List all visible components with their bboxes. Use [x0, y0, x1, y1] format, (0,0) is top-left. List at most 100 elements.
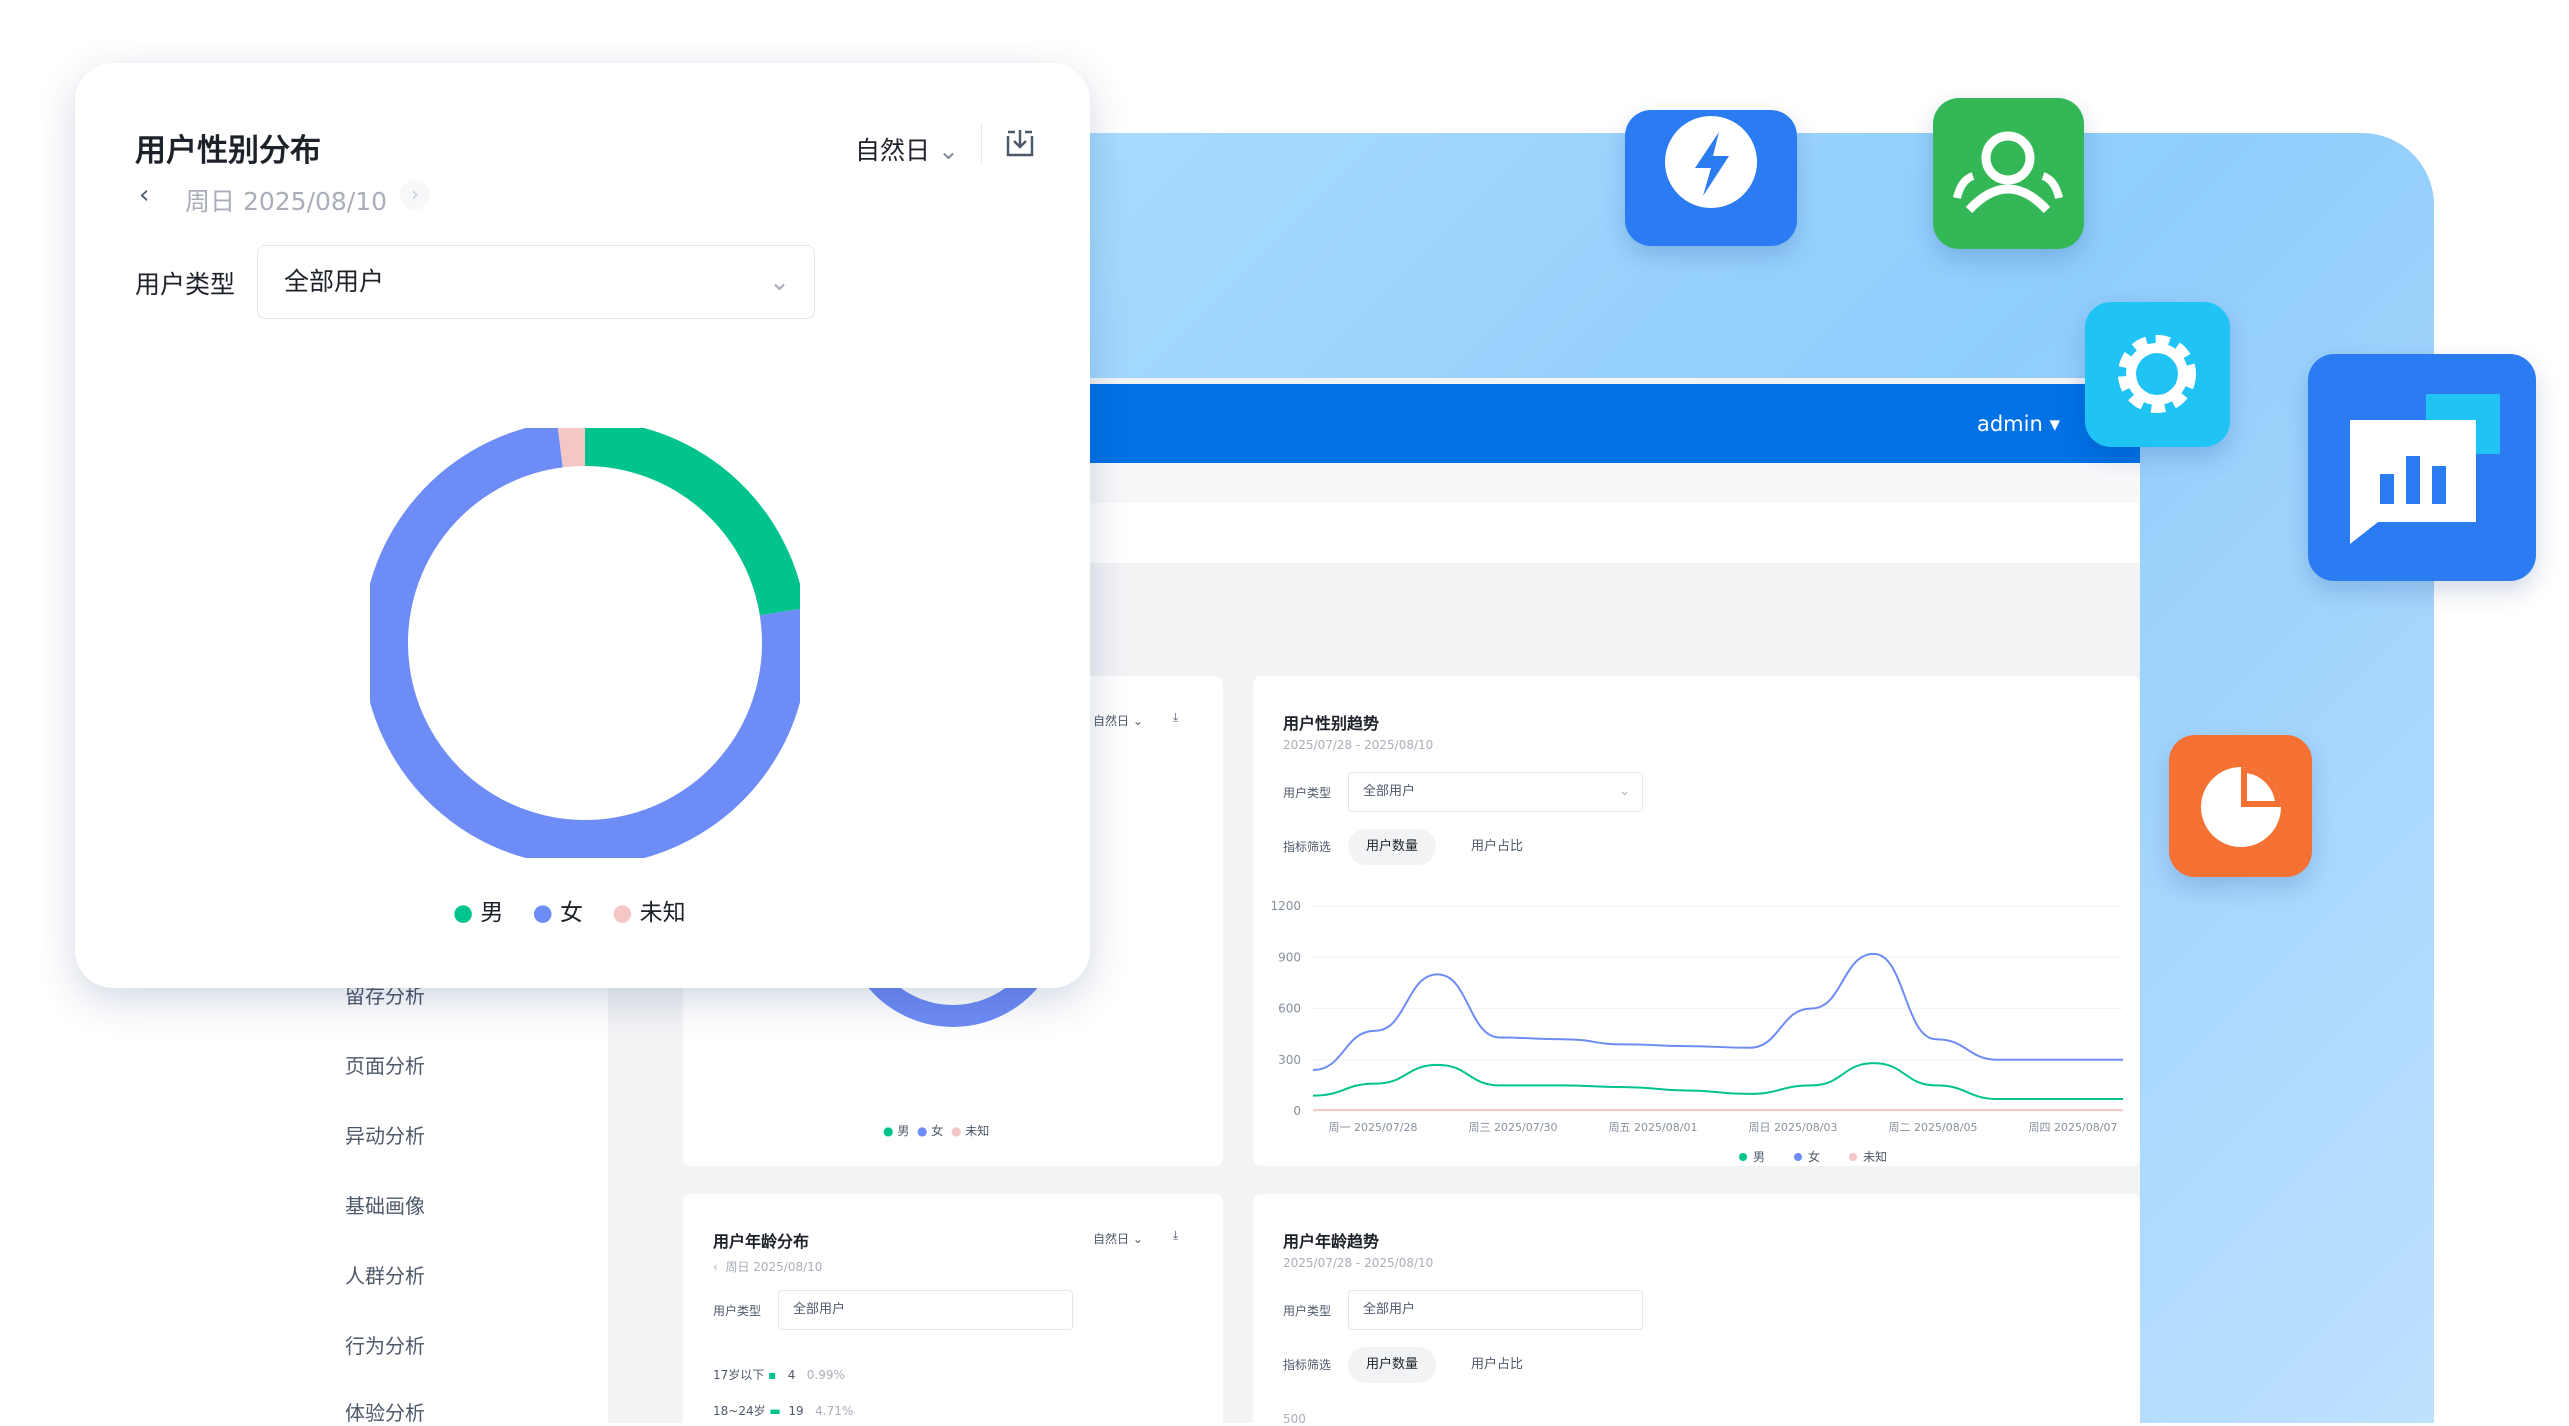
legend-label[interactable]: 女	[1808, 1149, 1820, 1164]
age-row: 17岁以下 ▪ 4 0.99%	[713, 1368, 845, 1382]
users-icon	[1953, 131, 2063, 214]
date-nav[interactable]: ‹ 周日 2025/08/10	[713, 1258, 822, 1275]
trend-chart: 1200 900 600 300 0 周一 2025/07/28 周三 2025/07/30…	[1270, 899, 2123, 1164]
y-tick-label: 900	[1278, 950, 1301, 964]
legend-label[interactable]: 男	[1753, 1150, 1765, 1164]
y-tick-label: 0	[1293, 1104, 1301, 1118]
pie-chart-icon	[2201, 767, 2281, 847]
period-select[interactable]: 自然日 ⌄	[855, 131, 959, 167]
select-value: 全部用户	[793, 1302, 846, 1317]
x-tick-label: 周二 2025/08/05	[1889, 1121, 1978, 1134]
legend-dot	[1794, 1153, 1802, 1161]
y-tick-label: 300	[1278, 1053, 1301, 1067]
gear-icon	[2118, 335, 2196, 413]
card-title: 用户年龄分布	[713, 1232, 810, 1251]
age-card: 用户年龄分布 自然日 ⌄ ⤓ ‹ 周日 2025/08/10 用户类型 全部用户…	[683, 1194, 1223, 1423]
chart-message-icon	[2350, 394, 2500, 544]
user-type-select[interactable]: 全部用户	[778, 1290, 1073, 1330]
x-tick-label: 周日 2025/08/03	[1749, 1121, 1838, 1134]
period-value: 自然日	[1093, 1232, 1130, 1246]
date-value: 周日 2025/08/10	[725, 1260, 823, 1274]
download-icon[interactable]	[1003, 126, 1037, 160]
user-type-select[interactable]: 全部用户	[1348, 1290, 1643, 1330]
period-value: 自然日	[1093, 714, 1130, 728]
y-tick-label: 600	[1278, 1002, 1301, 1016]
x-tick-label: 周五 2025/08/01	[1609, 1121, 1698, 1134]
legend-male: 男	[897, 1124, 910, 1138]
legend-unknown: 未知	[965, 1124, 990, 1138]
legend-female[interactable]: 女	[560, 900, 583, 926]
filter-label: 用户类型	[1283, 786, 1332, 800]
sidebar-item[interactable]: 基础画像	[345, 1190, 465, 1219]
filter-label: 用户类型	[1283, 1304, 1332, 1318]
period-select[interactable]: 自然日 ⌄	[1093, 1230, 1143, 1247]
x-tick-label: 周三 2025/07/30	[1469, 1121, 1558, 1134]
legend-female: 女	[931, 1124, 944, 1138]
tab-ratio[interactable]: 用户占比	[1453, 1347, 1541, 1383]
chart-legend: ● 男 ● 女 ● 未知	[453, 893, 686, 927]
donut-slice-未知[interactable]	[557, 428, 586, 468]
download-icon[interactable]: ⤓	[1173, 1228, 1178, 1243]
gender-donut-chart	[370, 428, 800, 858]
y-tick-label: 1200	[1270, 899, 1301, 913]
x-tick-label: 周一 2025/07/28	[1329, 1121, 1418, 1134]
tab-count[interactable]: 用户数量	[1348, 1347, 1437, 1383]
next-date-icon[interactable]: ›	[400, 180, 430, 210]
date-value: 周日 2025/08/10	[185, 187, 388, 216]
filter-label: 用户类型	[713, 1304, 762, 1318]
date-range: 2025/07/28 - 2025/08/10	[1283, 1256, 1434, 1270]
legend-label[interactable]: 未知	[1863, 1150, 1887, 1164]
user-type-select[interactable]: 全部用户 ⌄	[257, 245, 815, 319]
legend-dot	[1849, 1153, 1857, 1161]
date-range: 2025/07/28 - 2025/08/10	[1283, 738, 1434, 752]
y-tick: 500	[1283, 1412, 1306, 1426]
divider	[981, 123, 982, 163]
legend-dot	[1739, 1153, 1747, 1161]
legend-male[interactable]: 男	[480, 900, 503, 926]
row-label: 17岁以下	[713, 1368, 765, 1382]
gender-trend-card: 用户性别趋势 2025/07/28 - 2025/08/10 用户类型 全部用户…	[1253, 676, 2140, 1166]
series-line-男[interactable]	[1312, 1062, 2123, 1101]
donut-slice-男[interactable]	[584, 428, 800, 616]
row-pct: 0.99%	[806, 1368, 845, 1382]
sidebar-item[interactable]: 行为分析	[345, 1330, 465, 1359]
prev-date-icon[interactable]: ‹	[139, 180, 149, 210]
tab-count[interactable]: 用户数量	[1348, 829, 1437, 865]
legend-dot-female: ●	[532, 900, 553, 926]
legend-dot-unknown: ●	[612, 900, 633, 926]
card-title: 用户年龄趋势	[1283, 1232, 1380, 1251]
sidebar-item[interactable]: 体验分析	[345, 1397, 465, 1426]
chevron-down-icon: ⌄	[930, 136, 959, 165]
settings-tile	[2085, 302, 2230, 447]
chevron-down-icon: ⌄	[1619, 784, 1630, 799]
select-value: 全部用户	[1363, 784, 1416, 799]
age-trend-card: 用户年龄趋势 2025/07/28 - 2025/08/10 用户类型 全部用户…	[1253, 1194, 2140, 1426]
period-value: 自然日	[855, 136, 931, 165]
user-menu[interactable]: admin ▾	[1977, 412, 2060, 436]
row-value: 19	[788, 1404, 804, 1418]
metric-label: 指标筛选	[1283, 840, 1332, 854]
sidebar	[0, 920, 608, 1423]
user-name: admin	[1976, 412, 2043, 436]
select-value: 全部用户	[284, 267, 385, 296]
pie-tile	[2169, 735, 2312, 877]
sidebar-item[interactable]: 页面分析	[345, 1050, 465, 1079]
legend-dot-male: ●	[453, 900, 474, 926]
legend-unknown[interactable]: 未知	[640, 900, 686, 926]
chevron-down-icon: ⌄	[769, 267, 790, 296]
users-tile	[1933, 98, 2084, 249]
tab-ratio[interactable]: 用户占比	[1453, 829, 1541, 865]
card-title: 用户性别趋势	[1283, 714, 1380, 733]
user-type-select[interactable]: 全部用户 ⌄	[1348, 772, 1643, 812]
filter-label: 用户类型	[135, 270, 236, 299]
metric-label: 指标筛选	[1283, 1358, 1332, 1372]
sidebar-item[interactable]: 异动分析	[345, 1120, 465, 1149]
sidebar-item[interactable]: 人群分析	[345, 1260, 465, 1289]
small-legend: ● 男 ● 女 ● 未知	[883, 1124, 990, 1138]
download-icon[interactable]: ⤓	[1173, 710, 1178, 725]
period-select[interactable]: 自然日 ⌄	[1093, 712, 1143, 729]
series-line-女[interactable]	[1312, 952, 2123, 1071]
x-tick-label: 周四 2025/08/07	[2029, 1121, 2118, 1134]
row-pct: 4.71%	[815, 1404, 854, 1418]
report-tile	[2308, 354, 2536, 581]
